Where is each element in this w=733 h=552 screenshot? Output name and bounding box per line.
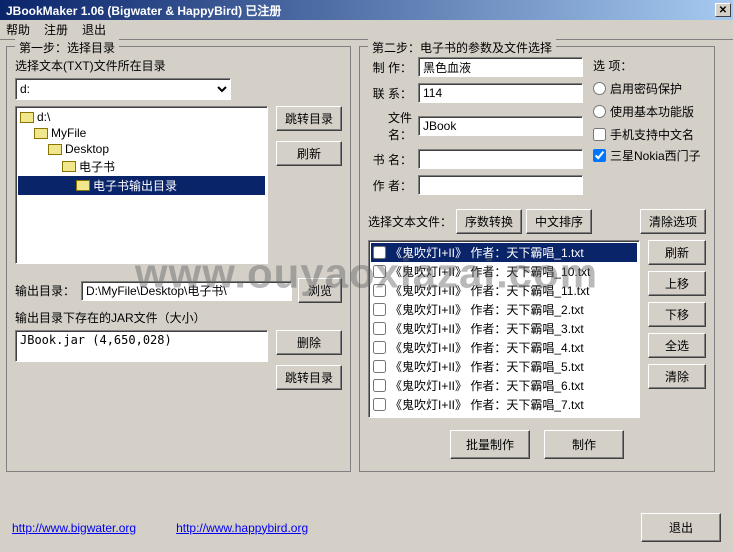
goto-dir-button[interactable]: 跳转目录 (276, 106, 342, 131)
menu-exit[interactable]: 退出 (82, 21, 106, 38)
file-checkbox[interactable] (373, 360, 386, 373)
file-item[interactable]: 《鬼吹灯I+II》 作者：天下霸唱_6.txt (371, 376, 637, 395)
bookname-input[interactable] (418, 149, 583, 169)
output-dir-label: 输出目录： (15, 282, 75, 299)
cn-checkbox[interactable] (593, 128, 606, 141)
folder-icon (20, 112, 34, 123)
jar-list[interactable]: JBook.jar (4,650,028) (15, 330, 268, 362)
output-dir-input[interactable] (81, 281, 292, 301)
seq-convert-button[interactable]: 序数转换 (456, 209, 522, 234)
file-item[interactable]: 《鬼吹灯I+II》 作者：天下霸唱_5.txt (371, 357, 637, 376)
clear-button[interactable]: 清除 (648, 364, 706, 389)
author-label: 作 者： (368, 177, 412, 194)
make-button[interactable]: 制作 (544, 430, 624, 459)
txt-dir-label: 选择文本(TXT)文件所在目录 (15, 57, 342, 74)
file-checkbox[interactable] (373, 398, 386, 411)
link-bigwater[interactable]: http://www.bigwater.org (12, 521, 136, 535)
file-checkbox[interactable] (373, 265, 386, 278)
step1-panel: 第一步：选择目录 选择文本(TXT)文件所在目录 d: d:\MyFileDes… (6, 46, 351, 472)
refresh-files-button[interactable]: 刷新 (648, 240, 706, 265)
menu-help[interactable]: 帮助 (6, 21, 30, 38)
cn-sort-button[interactable]: 中文排序 (526, 209, 592, 234)
select-all-button[interactable]: 全选 (648, 333, 706, 358)
file-checkbox[interactable] (373, 322, 386, 335)
bookname-label: 书 名： (368, 151, 412, 168)
refresh-tree-button[interactable]: 刷新 (276, 141, 342, 166)
tree-item[interactable]: d:\ (18, 109, 265, 125)
author-input[interactable] (418, 175, 583, 195)
file-item[interactable]: 《鬼吹灯I+II》 作者：天下霸唱_3.txt (371, 319, 637, 338)
file-checkbox[interactable] (373, 284, 386, 297)
folder-icon (62, 161, 76, 172)
file-checkbox[interactable] (373, 303, 386, 316)
filename-input[interactable] (418, 116, 583, 136)
file-checkbox[interactable] (373, 246, 386, 259)
file-list[interactable]: 《鬼吹灯I+II》 作者：天下霸唱_1.txt《鬼吹灯I+II》 作者：天下霸唱… (368, 240, 640, 418)
title-bar: JBookMaker 1.06 (Bigwater & HappyBird) 已… (0, 0, 733, 20)
basic-radio[interactable] (593, 105, 606, 118)
file-item[interactable]: 《鬼吹灯I+II》 作者：天下霸唱_2.txt (371, 300, 637, 319)
folder-icon (34, 128, 48, 139)
drive-select[interactable]: d: (15, 78, 231, 100)
goto-dir2-button[interactable]: 跳转目录 (276, 365, 342, 390)
select-files-label: 选择文本文件： (368, 213, 452, 230)
move-down-button[interactable]: 下移 (648, 302, 706, 327)
file-item[interactable]: 《鬼吹灯I+II》 作者：天下霸唱_11.txt (371, 281, 637, 300)
file-item[interactable]: 《鬼吹灯I+II》 作者：天下霸唱_1.txt (371, 243, 637, 262)
move-up-button[interactable]: 上移 (648, 271, 706, 296)
file-item[interactable]: 《鬼吹灯I+II》 作者：天下霸唱_8.txt (371, 414, 637, 418)
filename-label: 文件名： (368, 109, 412, 143)
contact-input[interactable] (418, 83, 583, 103)
file-checkbox[interactable] (373, 417, 386, 418)
folder-icon (48, 144, 62, 155)
file-checkbox[interactable] (373, 379, 386, 392)
step1-legend: 第一步：选择目录 (15, 39, 119, 56)
tree-item[interactable]: MyFile (18, 125, 265, 141)
step2-legend: 第二步：电子书的参数及文件选择 (368, 39, 556, 56)
file-item[interactable]: 《鬼吹灯I+II》 作者：天下霸唱_7.txt (371, 395, 637, 414)
jar-label: 输出目录下存在的JAR文件（大小） (15, 309, 342, 326)
options-label: 选 项： (593, 57, 706, 74)
menu-bar: 帮助 注册 退出 (0, 20, 733, 40)
samsung-checkbox[interactable] (593, 149, 606, 162)
maker-input[interactable] (418, 57, 583, 77)
contact-label: 联 系： (368, 85, 412, 102)
dir-tree[interactable]: d:\MyFileDesktop电子书电子书输出目录 (15, 106, 268, 264)
tree-item[interactable]: 电子书输出目录 (18, 176, 265, 195)
close-icon[interactable]: ✕ (715, 3, 731, 17)
folder-icon (76, 180, 90, 191)
maker-label: 制 作： (368, 59, 412, 76)
file-item[interactable]: 《鬼吹灯I+II》 作者：天下霸唱_10.txt (371, 262, 637, 281)
file-item[interactable]: 《鬼吹灯I+II》 作者：天下霸唱_4.txt (371, 338, 637, 357)
clear-sel-button[interactable]: 清除选项 (640, 209, 706, 234)
tree-item[interactable]: 电子书 (18, 157, 265, 176)
tree-item[interactable]: Desktop (18, 141, 265, 157)
pwd-radio[interactable] (593, 82, 606, 95)
link-happybird[interactable]: http://www.happybird.org (176, 521, 308, 535)
footer: http://www.bigwater.org http://www.happy… (0, 513, 733, 542)
exit-button[interactable]: 退出 (641, 513, 721, 542)
batch-make-button[interactable]: 批量制作 (450, 430, 530, 459)
step2-panel: 第二步：电子书的参数及文件选择 制 作： 联 系： 文件名： 书 名： 作 者：… (359, 46, 715, 472)
browse-button[interactable]: 浏览 (298, 278, 342, 303)
file-checkbox[interactable] (373, 341, 386, 354)
delete-jar-button[interactable]: 删除 (276, 330, 342, 355)
window-title: JBookMaker 1.06 (Bigwater & HappyBird) 已… (2, 2, 715, 19)
menu-register[interactable]: 注册 (44, 21, 68, 38)
